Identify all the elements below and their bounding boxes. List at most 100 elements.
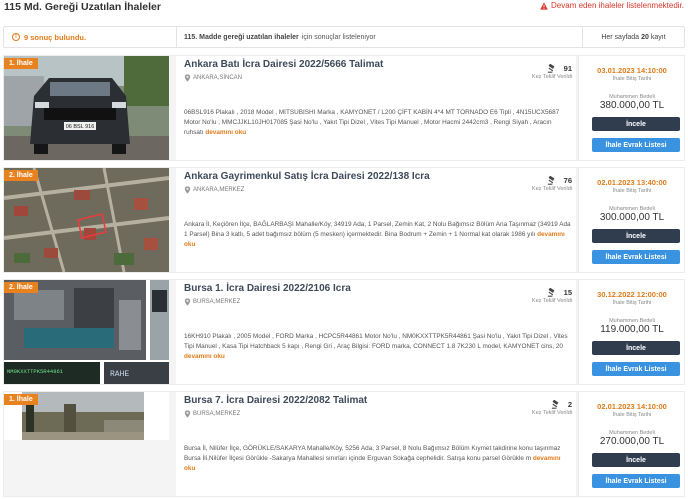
inspect-button[interactable]: İncele bbox=[592, 117, 680, 131]
listing-photo[interactable]: NM0KXXTTPK5R44861 RAHE 2. İhale bbox=[4, 280, 169, 384]
aerial-map-photo bbox=[4, 168, 169, 272]
listing-photo[interactable]: 06 BSL 916 1. İhale bbox=[4, 56, 169, 160]
end-date-label: İhale Bitiş Tarihi bbox=[612, 412, 652, 418]
listing-side-panel: 03.01.2023 14:10:00 İhale Bitiş Tarihi M… bbox=[578, 56, 684, 160]
listing-description: 16KH910 Plakalı , 2005 Model , FORD Mark… bbox=[184, 332, 572, 363]
plate-text: 06 BSL 916 bbox=[66, 124, 95, 130]
page-header: 115 Md. Gereği Uzatılan İhaleler Devam e… bbox=[0, 0, 688, 22]
warning-icon bbox=[540, 1, 548, 10]
location-text: ANKARA,MERKEZ bbox=[193, 187, 245, 193]
end-date-label: İhale Bitiş Tarihi bbox=[612, 300, 652, 306]
bid-count-label: Kez Teklif Verildi bbox=[532, 74, 572, 80]
vehicle-photo: NM0KXXTTPK5R44861 RAHE bbox=[4, 280, 169, 384]
auction-round-badge: 2. İhale bbox=[4, 282, 38, 293]
documents-button[interactable]: İhale Evrak Listesi bbox=[592, 474, 680, 488]
listing-description: 06BSL916 Plakalı , 2018 Model , MITSUBIS… bbox=[184, 108, 572, 139]
bid-count: 15 bbox=[563, 288, 572, 297]
gavel-icon bbox=[547, 288, 554, 297]
bid-count-label: Kez Teklif Verildi bbox=[532, 186, 572, 192]
listing-side-panel: 30.12.2022 12:00:00 İhale Bitiş Tarihi M… bbox=[578, 280, 684, 384]
bid-counter: 15 Kez Teklif Verildi bbox=[522, 288, 572, 304]
per-page-value[interactable]: 20 bbox=[641, 34, 649, 41]
listing-details: Bursa 7. İcra Dairesi 2022/2082 Talimat … bbox=[176, 392, 576, 496]
location-text: ANKARA,SİNCAN bbox=[193, 75, 243, 81]
estimated-price: 270.000,00 TL bbox=[599, 436, 665, 447]
listing-description: Bursa İl, Nilüfer İlçe, GÖRÜKLE/SAKARYA … bbox=[184, 444, 572, 475]
bid-count-label: Kez Teklif Verildi bbox=[532, 298, 572, 304]
warning-text: Devam eden ihaleler listelenmektedir. bbox=[551, 1, 684, 10]
auction-round-badge: 2. İhale bbox=[4, 170, 38, 181]
description-text: 16KH910 Plakalı , 2005 Model , FORD Mark… bbox=[184, 333, 568, 351]
auction-round-badge: 1. İhale bbox=[4, 58, 38, 69]
listing-title[interactable]: Ankara Batı İcra Dairesi 2022/5666 Talim… bbox=[184, 59, 383, 70]
filter-description: 115. Madde gereği uzatılan ihaleler için… bbox=[184, 27, 376, 47]
end-date: 02.01.2023 14:10:00 bbox=[597, 402, 667, 411]
result-count: ! 9 sonuç bulundu. bbox=[4, 27, 177, 47]
estimated-price: 119.000,00 TL bbox=[600, 324, 664, 335]
read-more-link[interactable]: devamını oku bbox=[205, 129, 246, 136]
listing-card[interactable]: NM0KXXTTPK5R44861 RAHE 2. İhale Bursa 1.… bbox=[3, 279, 685, 385]
listing-card[interactable]: 06 BSL 916 1. İhale Ankara Batı İcra Dai… bbox=[3, 55, 685, 161]
auction-round-badge: 1. İhale bbox=[4, 394, 38, 405]
listing-card[interactable]: 2. İhale Ankara Gayrimenkul Satış İcra D… bbox=[3, 167, 685, 273]
end-date: 02.01.2023 13:40:00 bbox=[597, 178, 667, 187]
filter-description-rest: için sonuçlar listeleniyor bbox=[301, 33, 376, 41]
gavel-icon bbox=[551, 400, 559, 409]
documents-button[interactable]: İhale Evrak Listesi bbox=[592, 362, 680, 376]
inspect-button[interactable]: İncele bbox=[592, 341, 680, 355]
bid-counter: 2 Kez Teklif Verildi bbox=[522, 400, 572, 416]
estimated-price: 380.000,00 TL bbox=[599, 100, 665, 111]
ongoing-warning: Devam eden ihaleler listelenmektedir. bbox=[540, 1, 684, 10]
bid-count-label: Kez Teklif Verildi bbox=[532, 410, 572, 416]
description-text: Bursa İl, Nilüfer İlçe, GÖRÜKLE/SAKARYA … bbox=[184, 445, 561, 463]
location-text: BURSA,MERKEZ bbox=[193, 299, 241, 305]
per-page-selector[interactable]: Her sayfada 20 kayıt bbox=[582, 27, 684, 47]
per-page-prefix: Her sayfada bbox=[601, 33, 640, 41]
gavel-icon bbox=[547, 64, 554, 73]
location-pin-icon bbox=[184, 74, 191, 82]
listing-location: BURSA,MERKEZ bbox=[184, 298, 240, 306]
listing-photo[interactable]: 2. İhale bbox=[4, 168, 169, 272]
page-title: 115 Md. Gereği Uzatılan İhaleler bbox=[4, 1, 161, 13]
end-date: 03.01.2023 14:10:00 bbox=[597, 66, 667, 75]
listing-title[interactable]: Bursa 1. İcra Dairesi 2022/2106 Icra bbox=[184, 283, 351, 294]
listing-details: Ankara Gayrimenkul Satış İcra Dairesi 20… bbox=[176, 168, 576, 272]
info-icon: ! bbox=[12, 33, 20, 41]
listing-location: BURSA,MERKEZ bbox=[184, 410, 240, 418]
bid-count: 76 bbox=[563, 176, 572, 185]
listing-side-panel: 02.01.2023 14:10:00 İhale Bitiş Tarihi M… bbox=[578, 392, 684, 496]
description-text: Ankara İl, Keçiören İlçe, BAĞLARBAŞI Mah… bbox=[184, 221, 571, 239]
listing-title[interactable]: Bursa 7. İcra Dairesi 2022/2082 Talimat bbox=[184, 395, 367, 406]
bid-count: 2 bbox=[567, 400, 572, 409]
bid-count: 91 bbox=[563, 64, 572, 73]
listing-details: Ankara Batı İcra Dairesi 2022/5666 Talim… bbox=[176, 56, 576, 160]
listing-card[interactable]: 1. İhale Bursa 7. İcra Dairesi 2022/2082… bbox=[3, 391, 685, 497]
end-date-label: İhale Bitiş Tarihi bbox=[612, 76, 652, 82]
documents-button[interactable]: İhale Evrak Listesi bbox=[592, 138, 680, 152]
listing-title[interactable]: Ankara Gayrimenkul Satış İcra Dairesi 20… bbox=[184, 171, 430, 182]
read-more-link[interactable]: devamını oku bbox=[184, 353, 225, 360]
chassis-text: NM0KXXTTPK5R44861 bbox=[7, 368, 64, 375]
inspect-button[interactable]: İncele bbox=[592, 229, 680, 243]
listing-description: Ankara İl, Keçiören İlçe, BAĞLARBAŞI Mah… bbox=[184, 220, 572, 251]
results-info-bar: ! 9 sonuç bulundu. 115. Madde gereği uza… bbox=[3, 26, 685, 48]
location-pin-icon bbox=[184, 186, 191, 194]
vehicle-photo: 06 BSL 916 bbox=[4, 56, 169, 160]
documents-button[interactable]: İhale Evrak Listesi bbox=[592, 250, 680, 264]
location-text: BURSA,MERKEZ bbox=[193, 411, 241, 417]
location-pin-icon bbox=[184, 298, 191, 306]
listing-location: ANKARA,MERKEZ bbox=[184, 186, 244, 194]
land-photo bbox=[4, 392, 169, 496]
gavel-icon bbox=[547, 176, 554, 185]
per-page-suffix: kayıt bbox=[650, 33, 666, 41]
inspect-button[interactable]: İncele bbox=[592, 453, 680, 467]
listing-photo[interactable]: 1. İhale bbox=[4, 392, 169, 496]
location-pin-icon bbox=[184, 410, 191, 418]
listing-location: ANKARA,SİNCAN bbox=[184, 74, 242, 82]
bid-counter: 76 Kez Teklif Verildi bbox=[522, 176, 572, 192]
filter-description-bold: 115. Madde gereği uzatılan ihaleler bbox=[184, 33, 299, 41]
bid-counter: 91 Kez Teklif Verildi bbox=[522, 64, 572, 80]
end-date-label: İhale Bitiş Tarihi bbox=[612, 188, 652, 194]
engine-text: RAHE bbox=[110, 370, 129, 379]
end-date: 30.12.2022 12:00:00 bbox=[597, 290, 667, 299]
